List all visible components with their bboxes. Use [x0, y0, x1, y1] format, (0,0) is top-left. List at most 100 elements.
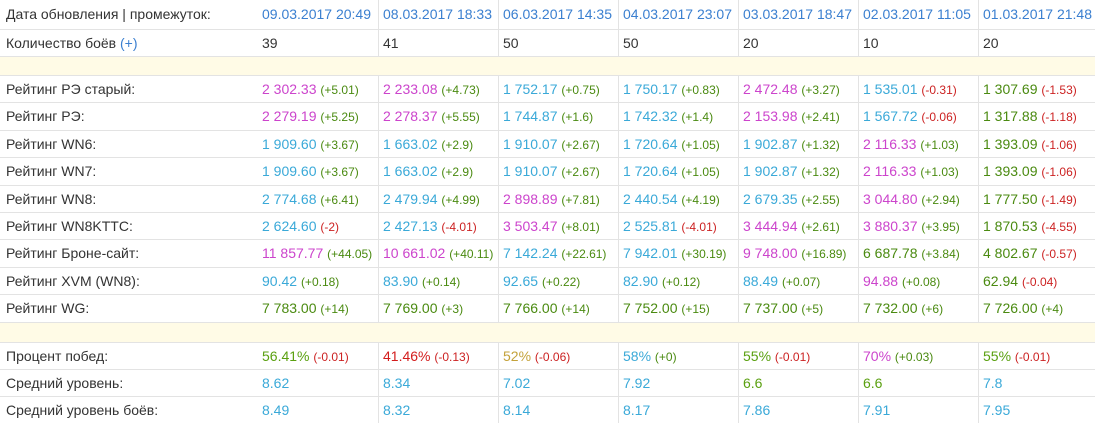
stat-value: 90.42: [262, 272, 298, 289]
stat-delta: (+8.01): [561, 220, 600, 234]
stat-cell: 2 233.08 (+4.73): [378, 76, 498, 103]
stat-cell: 8.49: [258, 397, 378, 423]
stat-value: 1 870.53: [983, 218, 1038, 234]
stat-cell: 1 902.87 (+1.32): [738, 130, 858, 158]
stat-value: 1 567.72: [863, 108, 918, 125]
section-separator: [0, 322, 1095, 342]
date-cell: 09.03.2017 20:49: [258, 0, 378, 29]
battles-value: 50: [503, 35, 519, 51]
stat-cell: 88.49 (+0.07): [738, 267, 858, 295]
stat-cell: 6 687.78 (+3.84): [858, 240, 978, 267]
stat-cell: 7.91: [858, 397, 978, 423]
stat-row: Средний уровень: 8.62 8.34 7.02 7.92 6.6 6.6 7.…: [0, 369, 1095, 396]
stat-value: 1 663.02: [383, 163, 438, 180]
stat-delta: (+4.19): [681, 192, 720, 207]
stat-cell: 92.65 (+0.22): [498, 267, 618, 295]
stat-value: 2 472.48: [743, 81, 798, 97]
stat-value: 55%: [743, 348, 772, 364]
stat-delta: (+1.32): [801, 165, 840, 180]
stat-delta: (+14): [320, 302, 349, 317]
stat-delta: (+1.05): [681, 137, 720, 152]
battles-value: 20: [743, 35, 759, 51]
battles-cell: 20: [978, 30, 1095, 56]
stat-delta: (+44.05): [327, 247, 373, 262]
stat-cell: 7 752.00 (+15): [618, 295, 738, 322]
stat-delta: (+0.03): [894, 350, 934, 364]
stat-delta: (+1.05): [681, 165, 720, 180]
stat-cell: 1 720.64 (+1.05): [618, 158, 738, 185]
stat-value: 6.6: [863, 375, 883, 391]
stat-delta: (+0.14): [421, 274, 461, 289]
stat-delta: (+3.84): [921, 247, 960, 262]
stat-delta: (-0.31): [921, 83, 957, 97]
stat-value: 55%: [983, 348, 1012, 364]
stat-value: 6 687.78: [863, 245, 918, 262]
stat-delta: (+0): [654, 350, 677, 364]
stat-cell: 7 766.00 (+14): [498, 295, 618, 322]
header-row: Дата обновления | промежуток: 09.03.2017 …: [0, 0, 1095, 29]
stat-cell: 2 479.94 (+4.99): [378, 185, 498, 212]
stat-cell: 2 525.81 (-4.01): [618, 213, 738, 240]
stat-value: 7.02: [503, 375, 531, 391]
battles-cell: 20: [738, 30, 858, 56]
stat-cell: 8.17: [618, 397, 738, 423]
stat-value: 7.92: [623, 375, 651, 391]
stat-cell: 3 503.47 (+8.01): [498, 213, 618, 240]
stat-value: 7.95: [983, 402, 1011, 418]
stat-cell: 7.95: [978, 397, 1095, 423]
stat-label: Рейтинг XVM (WN8):: [6, 272, 140, 289]
stat-delta: (+1.4): [681, 110, 714, 125]
stat-value: 82.90: [623, 272, 659, 289]
stat-cell: 94.88 (+0.08): [858, 267, 978, 295]
stat-value: 2 525.81: [623, 218, 678, 234]
battles-expand-link[interactable]: (+): [120, 35, 138, 51]
stat-delta: (+40.11): [449, 247, 494, 262]
stat-cell: 8.62: [258, 370, 378, 396]
stat-cell: 1 910.07 (+2.67): [498, 158, 618, 185]
stat-value: 11 857.77: [262, 245, 324, 262]
stat-cell: 2 153.98 (+2.41): [738, 103, 858, 130]
stat-delta: (+1.32): [801, 137, 840, 152]
date-value: 03.03.2017 18:47: [743, 6, 852, 22]
battles-cell: 50: [618, 30, 738, 56]
stat-cell: 4 802.67 (-0.57): [978, 240, 1095, 267]
stat-delta: (+3.67): [320, 137, 359, 152]
date-cell: 01.03.2017 21:48: [978, 0, 1095, 29]
stat-cell: 1 744.87 (+1.6): [498, 103, 618, 130]
stat-delta: (+14): [561, 302, 590, 317]
stat-cell: 7 942.01 (+30.19): [618, 240, 738, 267]
stat-delta: (+4.73): [441, 83, 480, 97]
stat-cell: 41.46% (-0.13): [378, 343, 498, 369]
stat-value: 7 737.00: [743, 300, 798, 317]
stat-cell: 8.32: [378, 397, 498, 423]
stat-value: 7 766.00: [503, 300, 558, 317]
stat-cell: 1 663.02 (+2.9): [378, 130, 498, 158]
stat-delta: (+0.12): [661, 274, 701, 289]
stat-cell: 1 777.50 (-1.49): [978, 185, 1095, 212]
stat-value: 7 783.00: [262, 300, 317, 317]
stat-value: 1 317.88: [983, 108, 1038, 125]
stat-value: 7 942.01: [623, 245, 678, 262]
stat-cell: 3 880.37 (+3.95): [858, 213, 978, 240]
stat-delta: (-2): [320, 220, 340, 234]
stat-row: Рейтинг WN8: 2 774.68 (+6.41) 2 479.94 (+4…: [0, 184, 1095, 212]
stat-label: Рейтинг WN6:: [6, 135, 97, 152]
stat-cell: 6.6: [738, 370, 858, 396]
stat-delta: (-1.53): [1041, 83, 1077, 97]
stat-value: 1 750.17: [623, 81, 678, 97]
stat-value: 3 044.80: [863, 190, 918, 207]
stat-delta: (+2.67): [561, 137, 600, 152]
stat-cell: 7 783.00 (+14): [258, 295, 378, 321]
stat-value: 1 910.07: [503, 163, 558, 180]
stat-value: 8.32: [383, 402, 411, 418]
stat-cell: 1 663.02 (+2.9): [378, 158, 498, 185]
stat-delta: (-4.01): [441, 220, 477, 234]
date-cell: 06.03.2017 14:35: [498, 0, 618, 29]
stat-cell: 7 732.00 (+6): [858, 295, 978, 322]
stat-value: 1 910.07: [503, 135, 558, 152]
stat-cell: 2 898.89 (+7.81): [498, 185, 618, 212]
stat-delta: (+2.9): [441, 165, 474, 180]
battles-row: Количество боёв (+) 39 41 50 50 20 10 20: [0, 29, 1095, 56]
stat-delta: (+0.18): [300, 274, 340, 289]
stat-cell: 1 567.72 (-0.06): [858, 103, 978, 130]
